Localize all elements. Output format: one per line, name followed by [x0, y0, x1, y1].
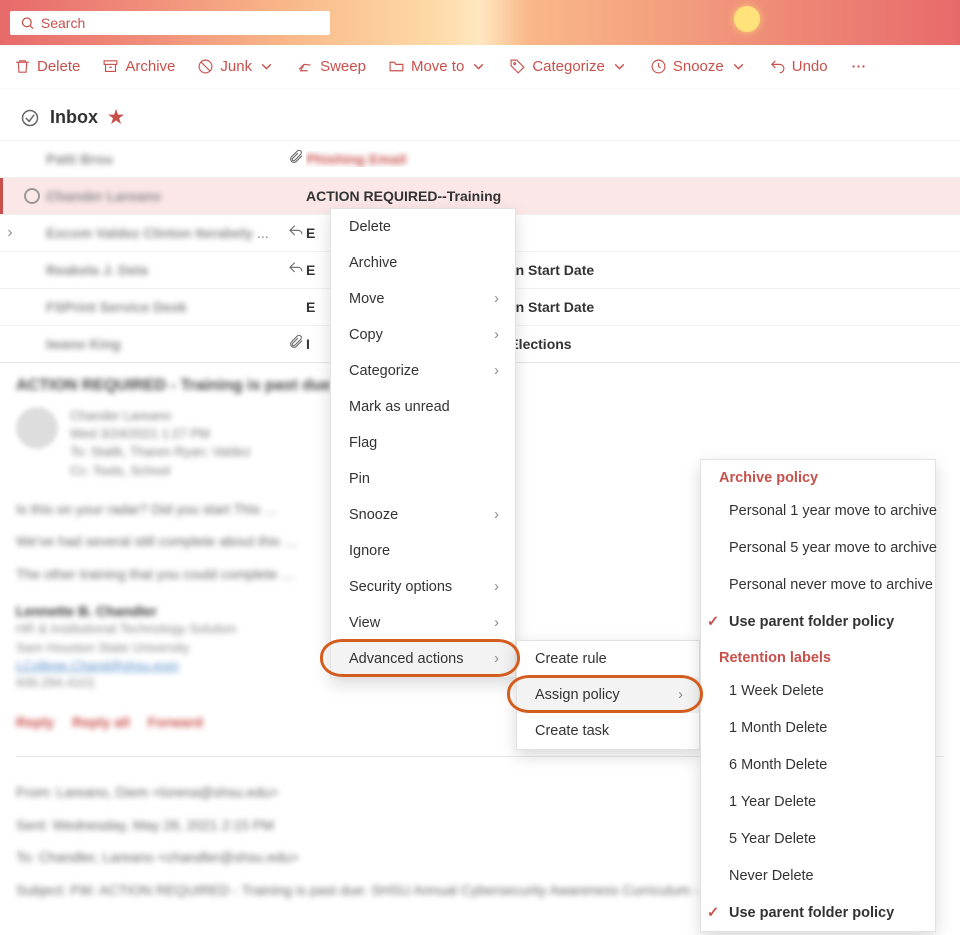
create-task[interactable]: Create task	[517, 713, 699, 749]
retention-never[interactable]: Never Delete	[701, 857, 935, 894]
moveto-label: Move to	[411, 58, 464, 75]
clock-icon	[650, 58, 667, 75]
ctx-ignore[interactable]: Ignore	[331, 533, 515, 569]
retention-1month[interactable]: 1 Month Delete	[701, 709, 935, 746]
ctx-archive[interactable]: Archive	[331, 245, 515, 281]
search-input[interactable]	[41, 15, 320, 31]
chevron-down-icon	[611, 58, 628, 75]
archive-button[interactable]: Archive	[102, 58, 175, 75]
ctx-categorize[interactable]: Categorize›	[331, 353, 515, 389]
assign-policy-submenu[interactable]: Archive policy Personal 1 year move to a…	[700, 459, 936, 932]
ctx-pin[interactable]: Pin	[331, 461, 515, 497]
archive-parent[interactable]: ✓Use parent folder policy	[701, 603, 935, 640]
check-icon: ✓	[707, 905, 719, 921]
archive-label: Archive	[125, 58, 175, 75]
check-icon: ✓	[707, 614, 719, 630]
retention-1year[interactable]: 1 Year Delete	[701, 783, 935, 820]
toolbar: Delete Archive Junk Sweep Move to Catego…	[0, 45, 960, 89]
snooze-button[interactable]: Snooze	[650, 58, 747, 75]
categorize-button[interactable]: Categorize	[509, 58, 628, 75]
categorize-label: Categorize	[532, 58, 605, 75]
archive-policy-header: Archive policy	[701, 460, 935, 492]
archive-1yr[interactable]: Personal 1 year move to archive	[701, 492, 935, 529]
avatar	[16, 407, 58, 449]
junk-icon	[197, 58, 214, 75]
reply-button[interactable]: Reply	[16, 714, 54, 730]
retention-6month[interactable]: 6 Month Delete	[701, 746, 935, 783]
assign-policy[interactable]: Assign policy›	[517, 677, 699, 713]
attachment-icon	[288, 334, 304, 353]
chevron-down-icon	[258, 58, 275, 75]
archive-never[interactable]: Personal never move to archive	[701, 566, 935, 603]
trash-icon	[14, 58, 31, 75]
junk-button[interactable]: Junk	[197, 58, 275, 75]
retention-labels-header: Retention labels	[701, 640, 935, 672]
select-all-icon[interactable]	[20, 108, 40, 128]
attachment-icon	[288, 149, 304, 168]
reply-icon	[288, 223, 304, 242]
advanced-submenu[interactable]: Create rule Assign policy› Create task	[516, 640, 700, 750]
undo-label: Undo	[792, 58, 828, 75]
moveto-button[interactable]: Move to	[388, 58, 487, 75]
create-rule[interactable]: Create rule	[517, 641, 699, 677]
ctx-advanced-actions[interactable]: Advanced actions›	[331, 641, 515, 677]
archive-5yr[interactable]: Personal 5 year move to archive	[701, 529, 935, 566]
sunset-decoration	[734, 6, 760, 32]
chevron-down-icon	[730, 58, 747, 75]
ctx-view[interactable]: View›	[331, 605, 515, 641]
folder-name: Inbox	[50, 107, 98, 128]
archive-icon	[102, 58, 119, 75]
context-menu[interactable]: Delete Archive Move› Copy› Categorize› M…	[330, 208, 516, 678]
forward-button[interactable]: Forward	[148, 714, 203, 730]
more-button[interactable]	[850, 58, 867, 75]
select-radio[interactable]	[24, 188, 40, 204]
chevron-down-icon	[470, 58, 487, 75]
search-box[interactable]	[10, 11, 330, 35]
retention-5year[interactable]: 5 Year Delete	[701, 820, 935, 857]
retention-parent[interactable]: ✓Use parent folder policy	[701, 894, 935, 931]
snooze-label: Snooze	[673, 58, 724, 75]
delete-label: Delete	[37, 58, 80, 75]
star-icon[interactable]: ★	[108, 107, 124, 128]
ellipsis-icon	[850, 58, 867, 75]
sweep-label: Sweep	[320, 58, 366, 75]
folder-icon	[388, 58, 405, 75]
ctx-flag[interactable]: Flag	[331, 425, 515, 461]
subject: ACTION REQUIRED--Training	[306, 188, 940, 204]
reply-icon	[288, 260, 304, 279]
sweep-icon	[297, 58, 314, 75]
message-row[interactable]: Patti Brou Phishing Email	[0, 140, 960, 177]
reply-all-button[interactable]: Reply all	[72, 714, 130, 730]
header-banner	[0, 0, 960, 45]
search-icon	[20, 15, 35, 31]
tag-icon	[509, 58, 526, 75]
ctx-copy[interactable]: Copy›	[331, 317, 515, 353]
junk-label: Junk	[220, 58, 252, 75]
delete-button[interactable]: Delete	[14, 58, 80, 75]
ctx-snooze[interactable]: Snooze›	[331, 497, 515, 533]
ctx-move[interactable]: Move›	[331, 281, 515, 317]
chevron-right-icon[interactable]	[4, 227, 16, 239]
undo-icon	[769, 58, 786, 75]
undo-button[interactable]: Undo	[769, 58, 828, 75]
ctx-security-options[interactable]: Security options›	[331, 569, 515, 605]
folder-header: Inbox ★	[0, 89, 960, 140]
ctx-mark-unread[interactable]: Mark as unread	[331, 389, 515, 425]
ctx-delete[interactable]: Delete	[331, 209, 515, 245]
retention-1week[interactable]: 1 Week Delete	[701, 672, 935, 709]
sweep-button[interactable]: Sweep	[297, 58, 366, 75]
